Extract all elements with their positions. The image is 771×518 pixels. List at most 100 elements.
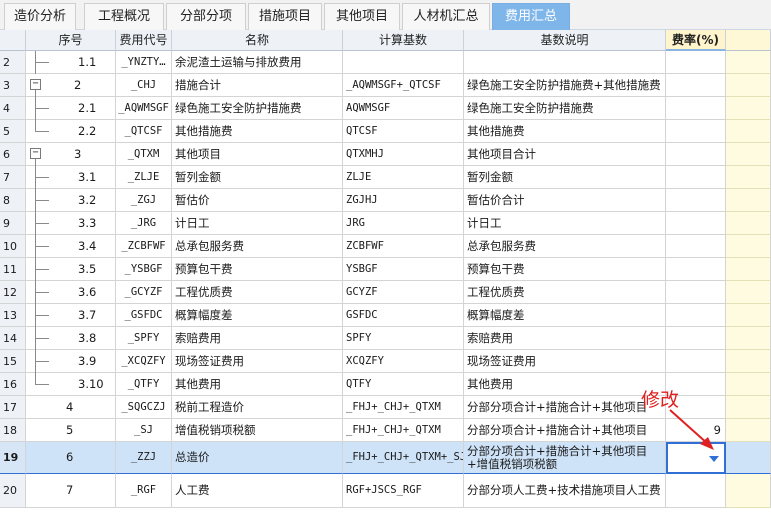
desc-cell[interactable]: 概算幅度差 (464, 304, 666, 327)
name-cell[interactable]: 增值税销项税额 (172, 419, 343, 442)
table-row[interactable]: 18 5 _SJ 增值税销项税额 _FHJ+_CHJ+_QTXM 分部分项合计+措施合计+… (0, 419, 771, 442)
desc-cell[interactable]: 分部分项合计+措施合计+其他项目 (464, 419, 666, 442)
base-cell[interactable]: ZLJE (343, 166, 464, 189)
name-cell[interactable]: 暂估价 (172, 189, 343, 212)
column-header-seq[interactable]: 序号 (26, 30, 116, 51)
row-number[interactable]: 19 (0, 442, 26, 474)
base-cell[interactable]: JRG (343, 212, 464, 235)
base-cell[interactable]: _FHJ+_CHJ+_QTXM (343, 396, 464, 419)
row-number[interactable]: 18 (0, 419, 26, 442)
table-row[interactable]: 12 3.6 _GCYZF 工程优质费 GCYZF 工程优质费 (0, 281, 771, 304)
tab-7[interactable]: 费用汇总 (492, 3, 570, 30)
rate-cell[interactable] (666, 212, 726, 235)
code-cell[interactable]: _QTCSF (116, 120, 172, 143)
code-cell[interactable]: _QTFY (116, 373, 172, 396)
row-number[interactable]: 2 (0, 51, 26, 74)
name-cell[interactable]: 总造价 (172, 442, 343, 474)
row-number[interactable]: 14 (0, 327, 26, 350)
row-number[interactable]: 3 (0, 74, 26, 97)
row-number[interactable]: 16 (0, 373, 26, 396)
base-cell[interactable]: GCYZF (343, 281, 464, 304)
name-cell[interactable]: 绿色施工安全防护措施费 (172, 97, 343, 120)
table-row[interactable]: 5 2.2 _QTCSF 其他措施费 QTCSF 其他措施费 (0, 120, 771, 143)
row-number[interactable]: 20 (0, 474, 26, 508)
desc-cell[interactable]: 现场签证费用 (464, 350, 666, 373)
column-header-name[interactable]: 名称 (172, 30, 343, 51)
row-number[interactable]: 11 (0, 258, 26, 281)
base-cell[interactable]: QTFY (343, 373, 464, 396)
rate-cell[interactable] (666, 327, 726, 350)
code-cell[interactable]: _CHJ (116, 74, 172, 97)
name-cell[interactable]: 其他项目 (172, 143, 343, 166)
code-cell[interactable]: _SPFY (116, 327, 172, 350)
name-cell[interactable]: 总承包服务费 (172, 235, 343, 258)
rate-cell[interactable] (666, 350, 726, 373)
column-header-desc[interactable]: 基数说明 (464, 30, 666, 51)
table-row[interactable]: 2 1.1 _YNZTY… 余泥渣土运输与排放费用 (0, 51, 771, 74)
rate-cell[interactable] (666, 97, 726, 120)
code-cell[interactable]: _XCQZFY (116, 350, 172, 373)
code-cell[interactable]: _GCYZF (116, 281, 172, 304)
desc-cell[interactable]: 暂估价合计 (464, 189, 666, 212)
name-cell[interactable]: 现场签证费用 (172, 350, 343, 373)
code-cell[interactable]: _AQWMSGF (116, 97, 172, 120)
desc-cell[interactable]: 其他措施费 (464, 120, 666, 143)
desc-cell[interactable]: 预算包干费 (464, 258, 666, 281)
base-cell[interactable]: ZGJHJ (343, 189, 464, 212)
rate-cell[interactable] (666, 474, 726, 508)
rate-cell[interactable] (666, 143, 726, 166)
name-cell[interactable]: 其他费用 (172, 373, 343, 396)
code-cell[interactable]: _QTXM (116, 143, 172, 166)
desc-cell[interactable]: 绿色施工安全防护措施费+其他措施费 (464, 74, 666, 97)
row-number[interactable]: 15 (0, 350, 26, 373)
row-number[interactable]: 8 (0, 189, 26, 212)
column-header-rate[interactable]: 费率(%) (666, 30, 726, 51)
table-row[interactable]: 7 3.1 _ZLJE 暂列金额 ZLJE 暂列金额 (0, 166, 771, 189)
table-row[interactable]: 4 2.1 _AQWMSGF 绿色施工安全防护措施费 AQWMSGF 绿色施工安全防护措施… (0, 97, 771, 120)
base-cell[interactable]: AQWMSGF (343, 97, 464, 120)
desc-cell[interactable]: 分部分项合计+措施合计+其他项目+增值税销项税额 (464, 442, 666, 474)
seq-cell[interactable]: 6 (26, 442, 116, 474)
tab-5[interactable]: 其他项目 (324, 3, 400, 30)
row-number[interactable]: 5 (0, 120, 26, 143)
code-cell[interactable]: _ZCBFWF (116, 235, 172, 258)
tab-3[interactable]: 分部分项 (166, 3, 246, 30)
rate-cell[interactable] (666, 189, 726, 212)
name-cell[interactable]: 工程优质费 (172, 281, 343, 304)
row-number[interactable]: 13 (0, 304, 26, 327)
base-cell[interactable]: QTXMHJ (343, 143, 464, 166)
rate-cell[interactable] (666, 51, 726, 74)
desc-cell[interactable]: 工程优质费 (464, 281, 666, 304)
table-row[interactable]: 20 7 _RGF 人工费 RGF+JSCS_RGF 分部分项人工费+技术措施项目人工费 (0, 474, 771, 508)
column-header-base[interactable]: 计算基数 (343, 30, 464, 51)
table-row[interactable]: 19 6 _ZZJ 总造价 _FHJ+_CHJ+_QTXM+_SJ 分部分项合计+措施合计… (0, 442, 771, 474)
table-row[interactable]: 9 3.3 _JRG 计日工 JRG 计日工 (0, 212, 771, 235)
desc-cell[interactable]: 总承包服务费 (464, 235, 666, 258)
desc-cell[interactable]: 暂列金额 (464, 166, 666, 189)
base-cell[interactable]: XCQZFY (343, 350, 464, 373)
table-row[interactable]: 11 3.5 _YSBGF 预算包干费 YSBGF 预算包干费 (0, 258, 771, 281)
name-cell[interactable]: 计日工 (172, 212, 343, 235)
tab-6[interactable]: 人材机汇总 (402, 3, 490, 30)
name-cell[interactable]: 其他措施费 (172, 120, 343, 143)
base-cell[interactable]: YSBGF (343, 258, 464, 281)
base-cell[interactable]: _FHJ+_CHJ+_QTXM+_SJ (343, 442, 464, 474)
base-cell[interactable]: QTCSF (343, 120, 464, 143)
name-cell[interactable]: 预算包干费 (172, 258, 343, 281)
code-cell[interactable]: _JRG (116, 212, 172, 235)
base-cell[interactable]: ZCBFWF (343, 235, 464, 258)
name-cell[interactable]: 索赔费用 (172, 327, 343, 350)
seq-cell[interactable]: 5 (26, 419, 116, 442)
table-row[interactable]: 8 3.2 _ZGJ 暂估价 ZGJHJ 暂估价合计 (0, 189, 771, 212)
rate-cell[interactable] (666, 74, 726, 97)
code-cell[interactable]: _ZLJE (116, 166, 172, 189)
code-cell[interactable]: _SQGCZJ (116, 396, 172, 419)
desc-cell[interactable]: 计日工 (464, 212, 666, 235)
row-number[interactable]: 9 (0, 212, 26, 235)
table-row[interactable]: 15 3.9 _XCQZFY 现场签证费用 XCQZFY 现场签证费用 (0, 350, 771, 373)
rate-cell[interactable] (666, 235, 726, 258)
base-cell[interactable]: RGF+JSCS_RGF (343, 474, 464, 508)
rate-cell[interactable] (666, 166, 726, 189)
row-number[interactable]: 17 (0, 396, 26, 419)
code-cell[interactable]: _ZGJ (116, 189, 172, 212)
